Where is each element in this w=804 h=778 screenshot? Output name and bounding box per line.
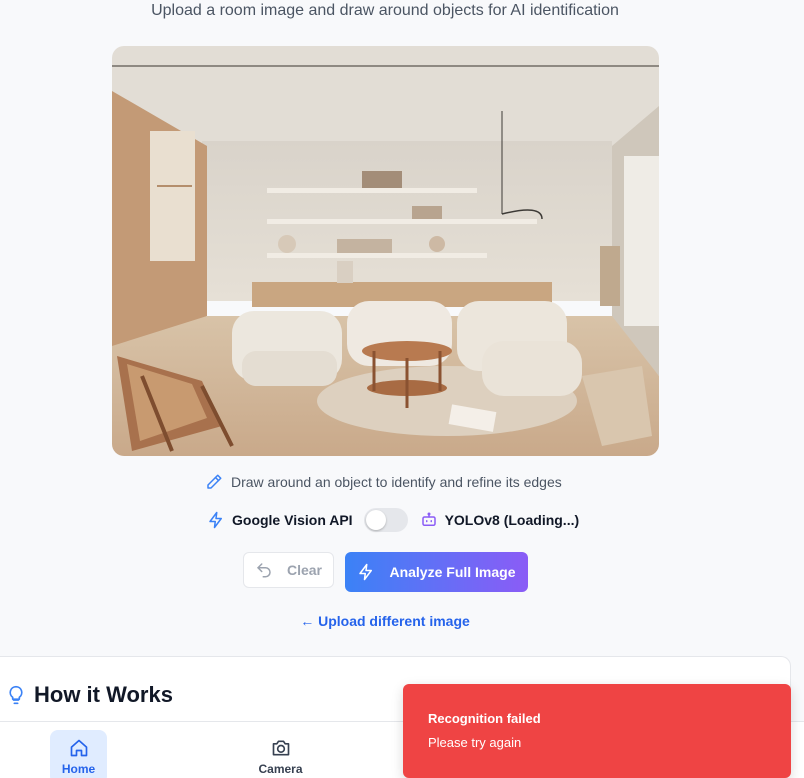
engine-toggle[interactable] [363,508,408,532]
analyze-full-image-button[interactable]: Analyze Full Image [345,552,528,592]
how-it-works-heading: How it Works [6,682,173,708]
toggle-knob [365,510,386,530]
page-subtitle: Upload a room image and draw around obje… [151,2,619,19]
toast-message: Please try again [428,735,522,750]
camera-icon [271,738,291,758]
how-it-works-title: How it Works [34,682,173,707]
nav-camera-label: Camera [258,762,303,776]
pencil-icon [205,473,223,491]
home-icon [69,738,89,758]
toast-title: Recognition failed [428,711,541,726]
room-image[interactable] [112,46,659,456]
lightning-icon [207,511,225,529]
nav-home-label: Home [61,762,96,776]
engine-selector: Google Vision API YOLOv8 (Loading...) [207,507,579,533]
yolo-label: YOLOv8 (Loading...) [444,512,580,528]
nav-item-home[interactable]: Home [50,730,107,778]
google-vision-label: Google Vision API [232,512,353,528]
draw-hint-text: Draw around an object to identify and re… [231,474,562,490]
clear-button[interactable]: Clear [243,552,334,588]
upload-different-image-link[interactable]: ← Upload different image [0,613,770,629]
nav-item-camera[interactable]: Camera [252,730,309,778]
lightning-icon [357,563,375,581]
bot-icon [420,511,438,529]
undo-icon [255,561,273,579]
lightbulb-icon [6,684,26,706]
error-toast[interactable]: Recognition failed Please try again [403,684,791,778]
clear-button-label: Clear [286,562,323,578]
draw-hint: Draw around an object to identify and re… [205,472,562,492]
analyze-button-label: Analyze Full Image [389,564,516,580]
